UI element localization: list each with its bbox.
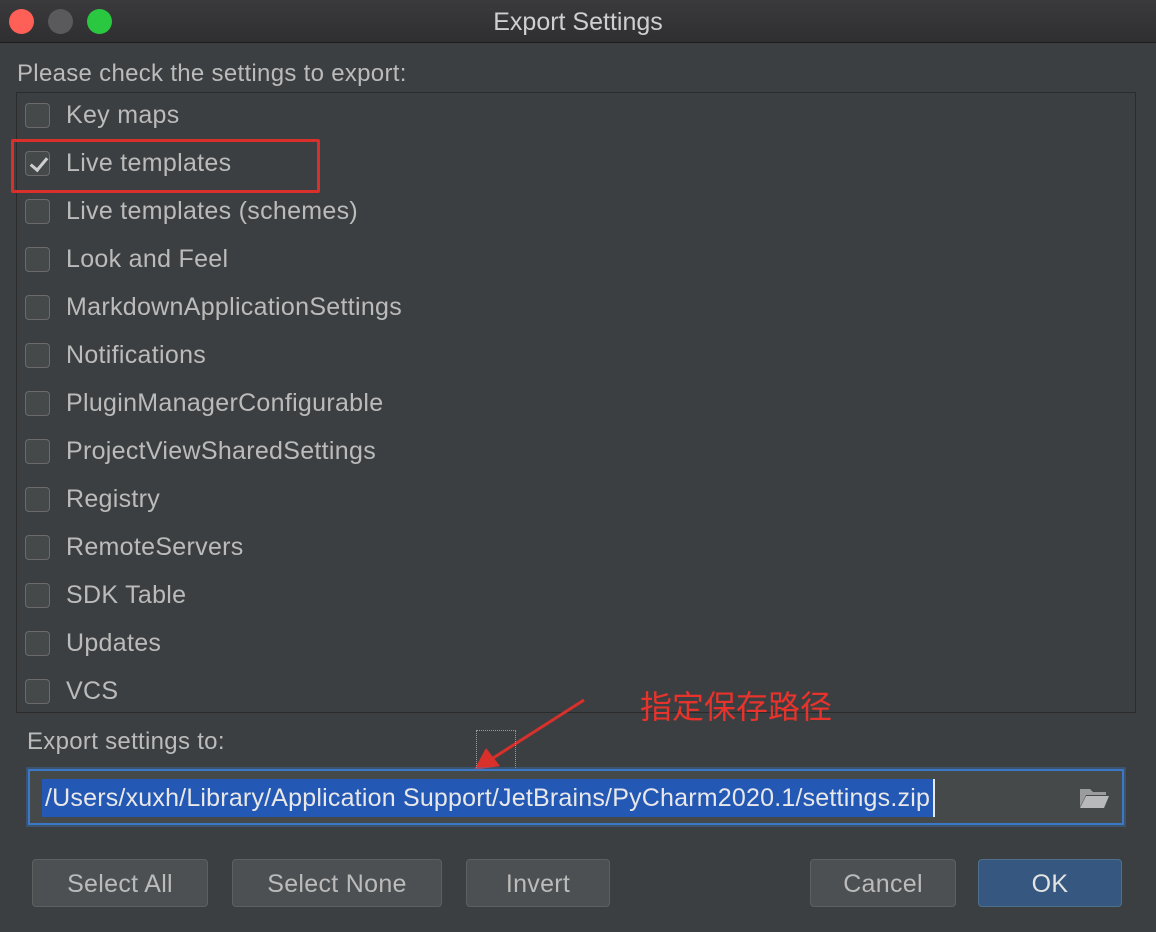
settings-item-label: Updates bbox=[66, 628, 162, 657]
select-none-button[interactable]: Select None bbox=[232, 859, 442, 907]
settings-list-item[interactable]: Notifications bbox=[25, 335, 206, 375]
export-path-field[interactable]: /Users/xuxh/Library/Application Support/… bbox=[28, 769, 1124, 825]
title-bar: Export Settings bbox=[0, 0, 1156, 43]
settings-item-label: Look and Feel bbox=[66, 244, 229, 273]
checkbox[interactable] bbox=[25, 390, 50, 416]
annotation-highlight-box bbox=[11, 139, 320, 193]
settings-list-item[interactable]: PluginManagerConfigurable bbox=[25, 383, 383, 423]
settings-item-label: VCS bbox=[66, 676, 119, 705]
settings-list-item[interactable]: Updates bbox=[25, 623, 161, 663]
settings-item-label: PluginManagerConfigurable bbox=[66, 388, 384, 417]
window-title: Export Settings bbox=[493, 8, 663, 36]
annotation-text: 指定保存路径 bbox=[640, 688, 833, 726]
settings-list-item[interactable]: SDK Table bbox=[25, 575, 186, 615]
cancel-button[interactable]: Cancel bbox=[810, 859, 956, 907]
settings-item-label: Notifications bbox=[66, 340, 207, 369]
settings-prompt: Please check the settings to export: bbox=[17, 60, 407, 87]
checkbox[interactable] bbox=[25, 246, 50, 272]
settings-item-label: ProjectViewSharedSettings bbox=[66, 436, 376, 465]
checkbox[interactable] bbox=[25, 102, 50, 128]
checkbox[interactable] bbox=[25, 678, 50, 704]
folder-icon[interactable] bbox=[1078, 785, 1110, 811]
export-path-value[interactable]: /Users/xuxh/Library/Application Support/… bbox=[42, 779, 936, 817]
checkbox[interactable] bbox=[25, 486, 50, 512]
settings-list-item[interactable]: ProjectViewSharedSettings bbox=[25, 431, 376, 471]
settings-list-item[interactable]: VCS bbox=[25, 671, 118, 711]
settings-item-label: Live templates (schemes) bbox=[66, 196, 359, 225]
settings-item-label: RemoteServers bbox=[66, 532, 244, 561]
settings-item-label: Registry bbox=[66, 484, 161, 513]
checkbox[interactable] bbox=[25, 342, 50, 368]
checkbox[interactable] bbox=[25, 630, 50, 656]
checkbox[interactable] bbox=[25, 198, 50, 224]
invert-button[interactable]: Invert bbox=[466, 859, 610, 907]
settings-list-item[interactable]: Live templates (schemes) bbox=[25, 191, 358, 231]
settings-item-label: Key maps bbox=[66, 100, 180, 129]
ok-button[interactable]: OK bbox=[978, 859, 1122, 907]
settings-item-label: SDK Table bbox=[66, 580, 187, 609]
checkbox[interactable] bbox=[25, 294, 50, 320]
export-label: Export settings to: bbox=[27, 728, 225, 755]
checkbox[interactable] bbox=[25, 582, 50, 608]
settings-list-item[interactable]: Look and Feel bbox=[25, 239, 228, 279]
select-all-button[interactable]: Select All bbox=[32, 859, 208, 907]
checkbox[interactable] bbox=[25, 438, 50, 464]
settings-list-item[interactable]: MarkdownApplicationSettings bbox=[25, 287, 402, 327]
checkbox[interactable] bbox=[25, 534, 50, 560]
settings-list-item[interactable]: Key maps bbox=[25, 95, 180, 135]
settings-item-label: MarkdownApplicationSettings bbox=[66, 292, 403, 321]
settings-list-item[interactable]: RemoteServers bbox=[25, 527, 244, 567]
settings-list-item[interactable]: Registry bbox=[25, 479, 160, 519]
